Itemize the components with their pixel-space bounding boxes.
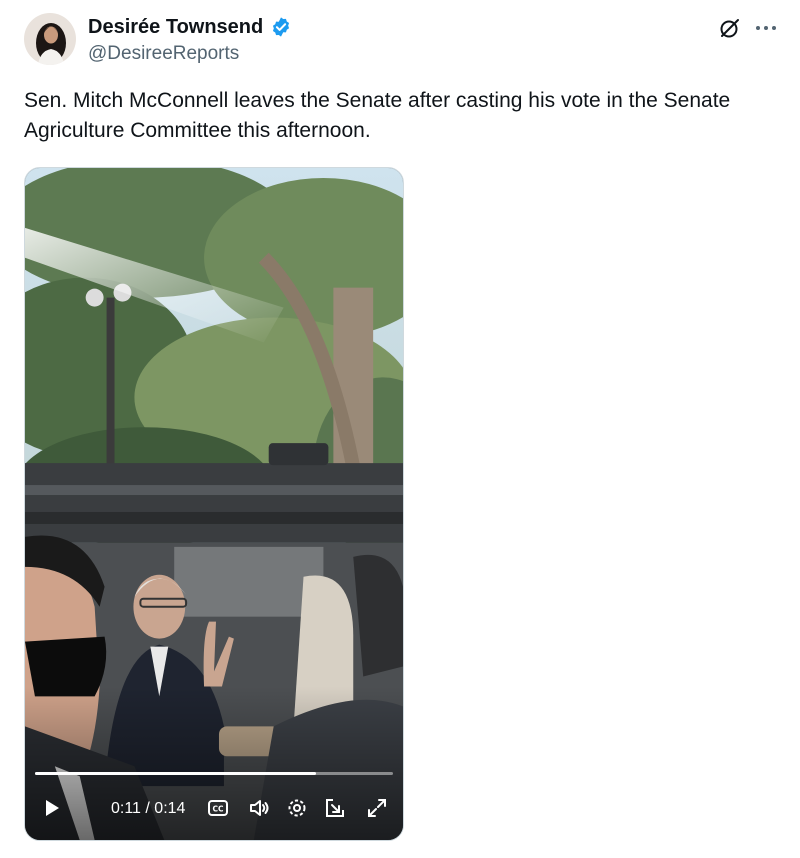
- fullscreen-icon[interactable]: [365, 796, 389, 820]
- more-options-icon[interactable]: [753, 16, 779, 40]
- verified-badge-icon: [272, 17, 290, 37]
- video-controls: 0:11 / 0:14 CC: [25, 780, 403, 840]
- video-progress-bar[interactable]: [35, 772, 393, 775]
- post: Desirée Townsend @DesireeReports Sen. Mi…: [0, 0, 800, 858]
- volume-icon[interactable]: [247, 796, 271, 820]
- post-text: Sen. Mitch McConnell leaves the Senate a…: [24, 89, 731, 142]
- author-name[interactable]: Desirée Townsend: [88, 15, 263, 39]
- settings-icon[interactable]: [285, 796, 309, 820]
- video-progress-fill: [35, 772, 317, 775]
- captions-icon[interactable]: CC: [206, 796, 230, 820]
- pip-icon[interactable]: [323, 796, 347, 820]
- video-time: 0:11 / 0:14: [111, 800, 186, 817]
- video-frame: [25, 168, 403, 840]
- author-avatar[interactable]: [24, 13, 76, 65]
- author-handle[interactable]: @DesireeReports: [88, 42, 239, 66]
- video-player[interactable]: 0:11 / 0:14 CC: [24, 167, 404, 841]
- grok-icon[interactable]: [718, 16, 742, 40]
- svg-text:CC: CC: [212, 805, 224, 814]
- play-icon[interactable]: [39, 796, 63, 820]
